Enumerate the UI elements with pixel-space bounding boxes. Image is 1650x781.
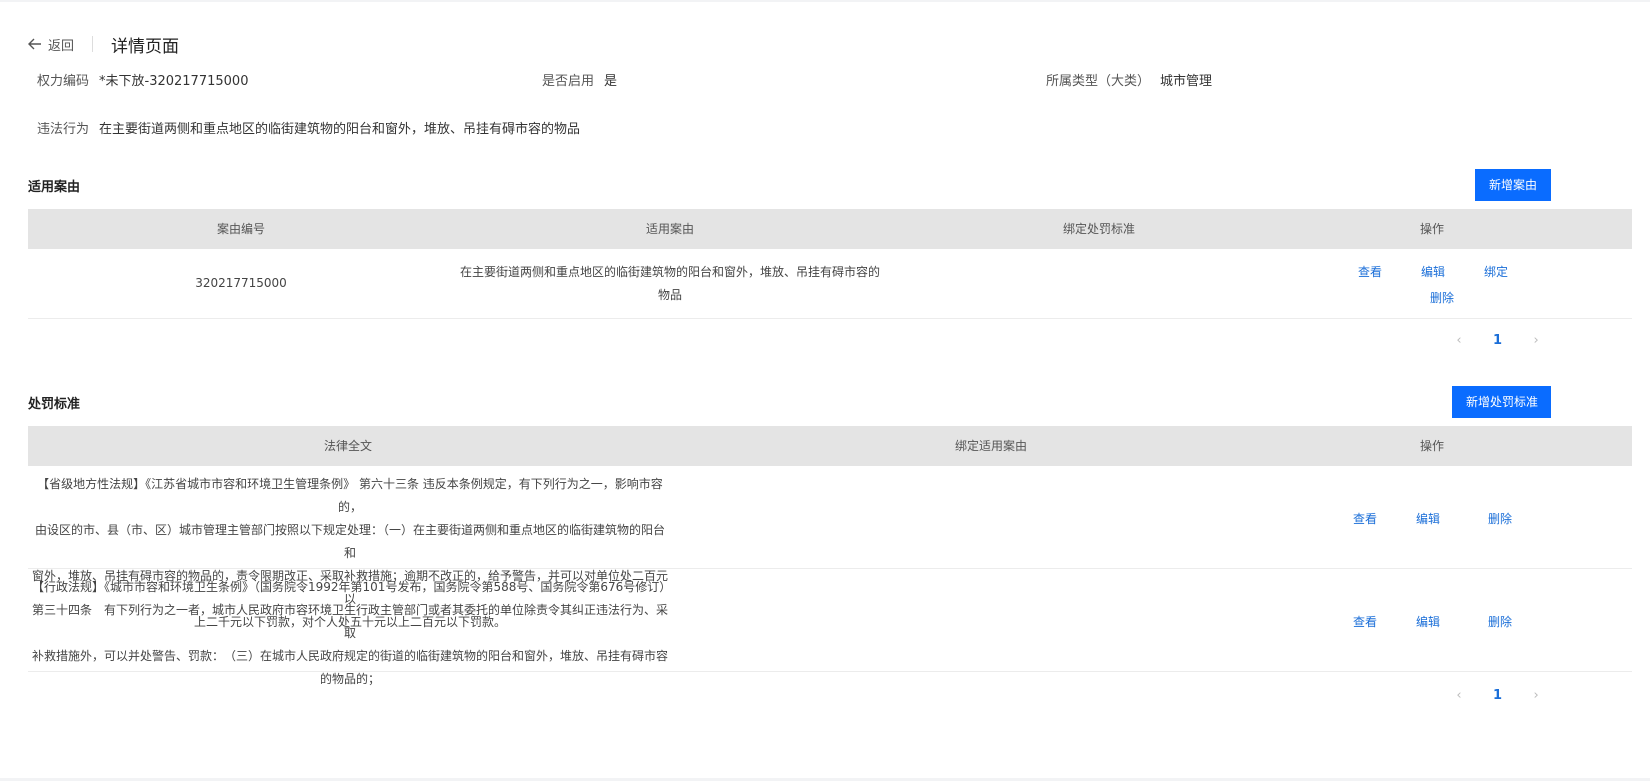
col-bound-standard: 绑定处罚标准 [1062, 222, 1135, 236]
category-field: 所属类型（大类） 城市管理 [1046, 70, 1212, 89]
power-code-field: 权力编码 *未下放-320217715000 [37, 70, 248, 89]
case-reason-line: 在主要街道两侧和重点地区的临街建筑物的阳台和窗外，堆放、吊挂有碍市容的 [459, 265, 880, 279]
case-reason-cell: 在主要街道两侧和重点地区的临街建筑物的阳台和窗外，堆放、吊挂有碍市容的 物品 [446, 261, 894, 307]
law-text-line: 【行政法规】《城市市容和环境卫生条例》（国务院令1992年第101号发布，国务院… [32, 580, 672, 594]
case-code-cell: 320217715000 [195, 276, 287, 290]
add-penalty-button[interactable]: 新增处罚标准 [1452, 386, 1551, 418]
law-text-line: 的物品的； [319, 672, 380, 686]
delete-link[interactable]: 删除 [1488, 510, 1512, 527]
edit-link[interactable]: 编辑 [1421, 263, 1445, 280]
page-title: 详情页面 [111, 36, 180, 57]
page-number[interactable]: 1 [1493, 333, 1502, 348]
page-number[interactable]: 1 [1493, 688, 1502, 703]
arrow-left-icon [28, 38, 41, 50]
page-header: 返回 详情页面 [28, 32, 180, 57]
law-text-line: 补救措施外，可以并处警告、罚款： （三）在城市人民政府规定的街道的临街建筑物的阳… [32, 649, 669, 663]
enabled-label: 是否启用 [542, 74, 595, 89]
edit-link[interactable]: 编辑 [1416, 510, 1440, 527]
col-law-text: 法律全文 [323, 439, 372, 453]
enabled-field: 是否启用是 [542, 70, 617, 89]
back-button[interactable]: 返回 [28, 35, 74, 54]
category-label: 所属类型（大类） [1046, 74, 1151, 89]
penalties-table-header: 法律全文 绑定适用案由 操作 [28, 426, 1632, 466]
delete-link[interactable]: 删除 [1430, 289, 1454, 306]
table-row: 【行政法规】《城市市容和环境卫生条例》（国务院令1992年第101号发布，国务院… [28, 569, 1632, 686]
col-bound-case: 绑定适用案由 [954, 439, 1027, 453]
prev-page-icon[interactable]: ‹ [1453, 333, 1465, 348]
penalties-section-title: 处罚标准 [28, 397, 81, 412]
view-link[interactable]: 查看 [1353, 510, 1377, 527]
header-divider [92, 36, 94, 52]
law-text-line: 由设区的市、县（市、区）城市管理主管部门按照以下规定处理：（一）在主要街道两侧和… [34, 523, 665, 560]
cases-pagination: ‹ 1 › [1453, 333, 1542, 348]
next-page-icon[interactable]: › [1530, 333, 1542, 348]
violation-label: 违法行为 [37, 122, 90, 137]
violation-field: 违法行为 在主要街道两侧和重点地区的临街建筑物的阳台和窗外，堆放、吊挂有碍市容的物… [37, 118, 580, 137]
enabled-value: 是 [604, 74, 618, 89]
table-row: 【省级地方性法规】《江苏省城市市容和环境卫生管理条例》 第六十三条 违反本条例规… [28, 466, 1632, 629]
back-label: 返回 [48, 38, 75, 54]
law-text-cell: 【行政法规】《城市市容和环境卫生条例》（国务院令1992年第101号发布，国务院… [32, 576, 672, 691]
table-row: 320217715000 在主要街道两侧和重点地区的临街建筑物的阳台和窗外，堆放… [28, 249, 1632, 319]
cases-section-title: 适用案由 [28, 180, 81, 195]
col-case-actions: 操作 [1419, 222, 1444, 236]
col-penalty-actions: 操作 [1419, 439, 1444, 453]
detail-page: 返回 详情页面 权力编码 *未下放-320217715000 是否启用是 所属类型… [0, 2, 1650, 778]
power-code-label: 权力编码 [37, 74, 90, 89]
cases-table: 案由编号 适用案由 绑定处罚标准 操作 320217715000 在主要街道两侧… [28, 209, 1632, 319]
view-link[interactable]: 查看 [1353, 613, 1377, 630]
law-text-line: 【省级地方性法规】《江苏省城市市容和环境卫生管理条例》 第六十三条 违反本条例规… [37, 477, 663, 514]
penalties-pagination: ‹ 1 › [1453, 688, 1542, 703]
violation-value: 在主要街道两侧和重点地区的临街建筑物的阳台和窗外，堆放、吊挂有碍市容的物品 [99, 122, 581, 137]
law-text-line: 第三十四条 有下列行为之一者，城市人民政府市容环境卫生行政主管部门或者其委托的单… [32, 603, 669, 640]
case-reason-line: 物品 [657, 288, 682, 302]
col-case-code: 案由编号 [216, 222, 265, 236]
prev-page-icon[interactable]: ‹ [1453, 688, 1465, 703]
add-case-button[interactable]: 新增案由 [1475, 169, 1551, 201]
edit-link[interactable]: 编辑 [1416, 613, 1440, 630]
next-page-icon[interactable]: › [1530, 688, 1542, 703]
view-link[interactable]: 查看 [1358, 263, 1382, 280]
delete-link[interactable]: 删除 [1488, 613, 1512, 630]
col-case-reason: 适用案由 [645, 222, 694, 236]
category-value: 城市管理 [1160, 74, 1213, 89]
penalties-table: 法律全文 绑定适用案由 操作 【省级地方性法规】《江苏省城市市容和环境卫生管理条… [28, 426, 1632, 686]
cases-table-header: 案由编号 适用案由 绑定处罚标准 操作 [28, 209, 1632, 249]
bind-link[interactable]: 绑定 [1484, 263, 1508, 280]
power-code-value: *未下放-320217715000 [99, 74, 249, 89]
